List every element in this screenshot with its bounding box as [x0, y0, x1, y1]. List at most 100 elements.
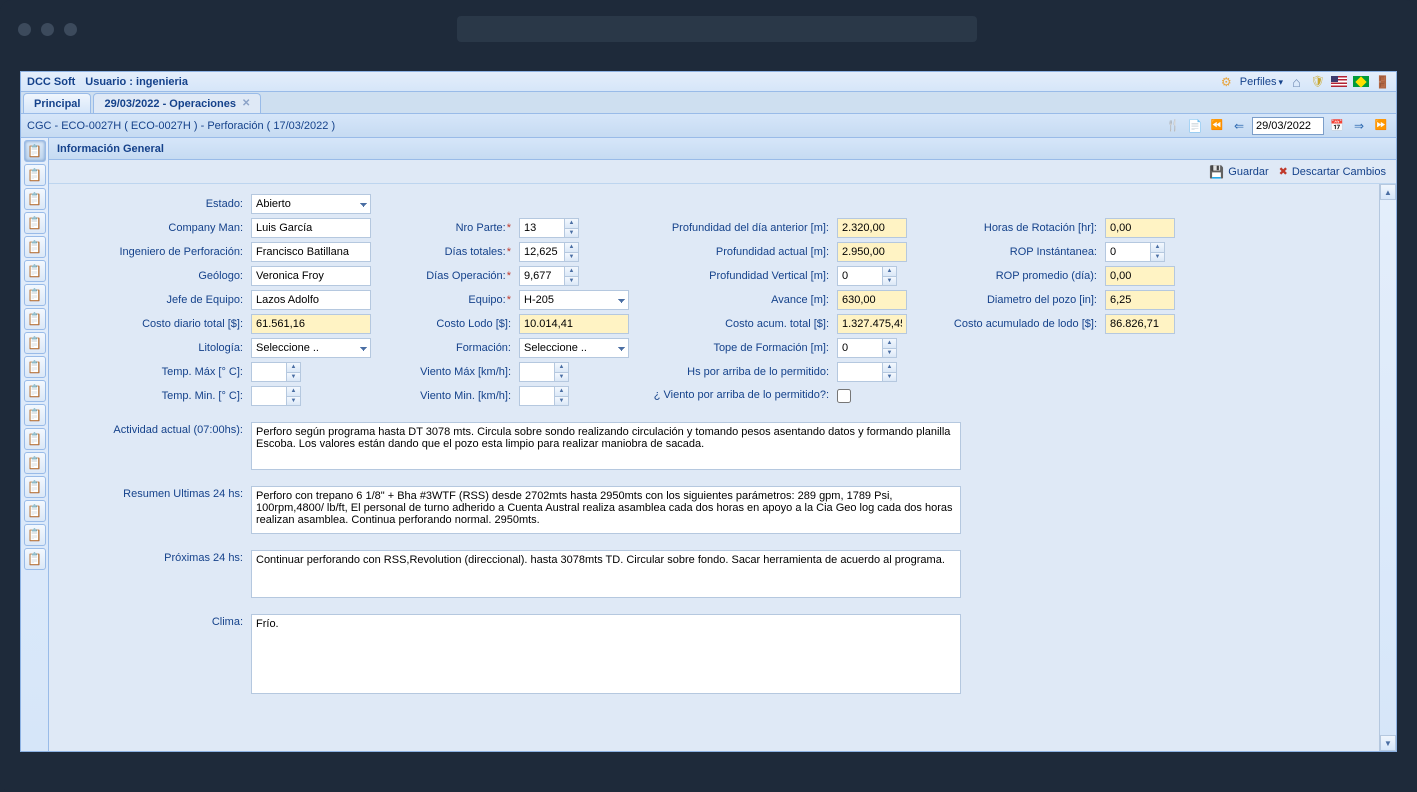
- browser-url-bar[interactable]: [457, 16, 977, 42]
- window-dot: [64, 23, 77, 36]
- company-man-input[interactable]: [251, 218, 371, 238]
- dias-op-input[interactable]: [519, 266, 565, 286]
- ing-perf-input[interactable]: [251, 242, 371, 262]
- rail-item-general[interactable]: [24, 140, 46, 162]
- rail-item-12[interactable]: [24, 404, 46, 426]
- app-window: DCC Soft Usuario : ingenieria Perfiles P…: [20, 71, 1397, 752]
- first-icon[interactable]: [1208, 117, 1226, 135]
- prev-icon[interactable]: [1230, 117, 1248, 135]
- prof-vert-input[interactable]: [837, 266, 883, 286]
- rail-item-13[interactable]: [24, 428, 46, 450]
- discard-button[interactable]: Descartar Cambios: [1279, 165, 1386, 178]
- label-jefe-equipo: Jefe de Equipo:: [97, 294, 247, 306]
- flag-us-icon[interactable]: [1331, 76, 1347, 87]
- label-prox24: Próximas 24 hs:: [97, 550, 247, 564]
- rop-prom-input: [1105, 266, 1175, 286]
- viento-min-input[interactable]: [519, 386, 555, 406]
- rail-item-16[interactable]: [24, 500, 46, 522]
- discard-label: Descartar Cambios: [1292, 166, 1386, 178]
- form-scroll[interactable]: Estado: Abierto Company Man: Nro Parte: …: [49, 184, 1396, 751]
- viento-max-input[interactable]: [519, 362, 555, 382]
- hs-arriba-input[interactable]: [837, 362, 883, 382]
- dias-totales-input[interactable]: [519, 242, 565, 262]
- label-temp-max: Temp. Máx [° C]:: [97, 366, 247, 378]
- temp-min-input[interactable]: [251, 386, 287, 406]
- viento-perm-checkbox[interactable]: [837, 389, 851, 403]
- nro-parte-input[interactable]: [519, 218, 565, 238]
- save-button[interactable]: Guardar: [1209, 165, 1268, 179]
- rail-item-2[interactable]: [24, 164, 46, 186]
- spinner[interactable]: ▲▼: [883, 266, 897, 286]
- litologia-select[interactable]: Seleccione ..: [251, 338, 371, 358]
- spinner[interactable]: ▲▼: [555, 362, 569, 382]
- costo-diario-input: [251, 314, 371, 334]
- shield-icon[interactable]: [1310, 74, 1325, 89]
- scrollbar[interactable]: ▲ ▼: [1379, 184, 1396, 751]
- side-rail: [21, 138, 49, 751]
- spinner[interactable]: ▲▼: [287, 386, 301, 406]
- geologo-input[interactable]: [251, 266, 371, 286]
- tab-principal[interactable]: Principal: [23, 93, 91, 113]
- logout-icon[interactable]: [1375, 74, 1390, 89]
- rail-item-8[interactable]: [24, 308, 46, 330]
- rop-inst-input[interactable]: [1105, 242, 1151, 262]
- rail-item-3[interactable]: [24, 188, 46, 210]
- flag-br-icon[interactable]: [1353, 76, 1369, 87]
- user-link[interactable]: Usuario : ingenieria: [85, 76, 188, 88]
- temp-max-input[interactable]: [251, 362, 287, 382]
- label-temp-min: Temp. Min. [° C]:: [97, 390, 247, 402]
- equipo-select[interactable]: H-205: [519, 290, 629, 310]
- label-nro-parte: Nro Parte:: [375, 222, 515, 234]
- label-dias-op: Días Operación:: [375, 270, 515, 282]
- spinner[interactable]: ▲▼: [883, 338, 897, 358]
- calendar-icon[interactable]: [1328, 117, 1346, 135]
- actividad-textarea[interactable]: [251, 422, 961, 470]
- rail-item-18[interactable]: [24, 548, 46, 570]
- close-icon[interactable]: ✕: [242, 98, 250, 109]
- scroll-up-icon[interactable]: ▲: [1380, 184, 1396, 200]
- discard-icon: [1279, 165, 1288, 178]
- home-icon[interactable]: [1289, 74, 1304, 89]
- spinner[interactable]: ▲▼: [287, 362, 301, 382]
- spinner[interactable]: ▲▼: [565, 242, 579, 262]
- app-top-bar: DCC Soft Usuario : ingenieria Perfiles: [21, 72, 1396, 92]
- label-formacion: Formación:: [375, 342, 515, 354]
- row-clima: Clima:: [97, 614, 1388, 694]
- tope-form-input[interactable]: [837, 338, 883, 358]
- label-costo-lodo: Costo Lodo [$]:: [375, 318, 515, 330]
- rail-item-4[interactable]: [24, 212, 46, 234]
- rail-item-11[interactable]: [24, 380, 46, 402]
- tab-operaciones[interactable]: 29/03/2022 - Operaciones ✕: [93, 93, 261, 113]
- rail-item-5[interactable]: [24, 236, 46, 258]
- spinner[interactable]: ▲▼: [565, 218, 579, 238]
- resumen24-textarea[interactable]: [251, 486, 961, 534]
- clima-textarea[interactable]: [251, 614, 961, 694]
- utensils-icon[interactable]: [1164, 117, 1182, 135]
- date-input[interactable]: [1252, 117, 1324, 135]
- label-costo-diario: Costo diario total [$]:: [97, 318, 247, 330]
- spinner[interactable]: ▲▼: [1151, 242, 1165, 262]
- spinner[interactable]: ▲▼: [555, 386, 569, 406]
- rail-item-14[interactable]: [24, 452, 46, 474]
- rail-item-17[interactable]: [24, 524, 46, 546]
- scroll-down-icon[interactable]: ▼: [1380, 735, 1396, 751]
- prox24-textarea[interactable]: [251, 550, 961, 598]
- prof-ant-input: [837, 218, 907, 238]
- formacion-select[interactable]: Seleccione ..: [519, 338, 629, 358]
- label-hs-arriba: Hs por arriba de lo permitido:: [643, 366, 833, 378]
- estado-select[interactable]: Abierto: [251, 194, 371, 214]
- last-icon[interactable]: [1372, 117, 1390, 135]
- profiles-menu[interactable]: Perfiles: [1240, 76, 1283, 88]
- rail-item-7[interactable]: [24, 284, 46, 306]
- next-icon[interactable]: [1350, 117, 1368, 135]
- pdf-icon[interactable]: [1186, 117, 1204, 135]
- rail-item-15[interactable]: [24, 476, 46, 498]
- jefe-equipo-input[interactable]: [251, 290, 371, 310]
- browser-frame: DCC Soft Usuario : ingenieria Perfiles P…: [0, 0, 1417, 792]
- spinner[interactable]: ▲▼: [883, 362, 897, 382]
- rail-item-9[interactable]: [24, 332, 46, 354]
- rail-item-6[interactable]: [24, 260, 46, 282]
- rail-item-10[interactable]: [24, 356, 46, 378]
- spinner[interactable]: ▲▼: [565, 266, 579, 286]
- gear-icon[interactable]: [1219, 74, 1234, 89]
